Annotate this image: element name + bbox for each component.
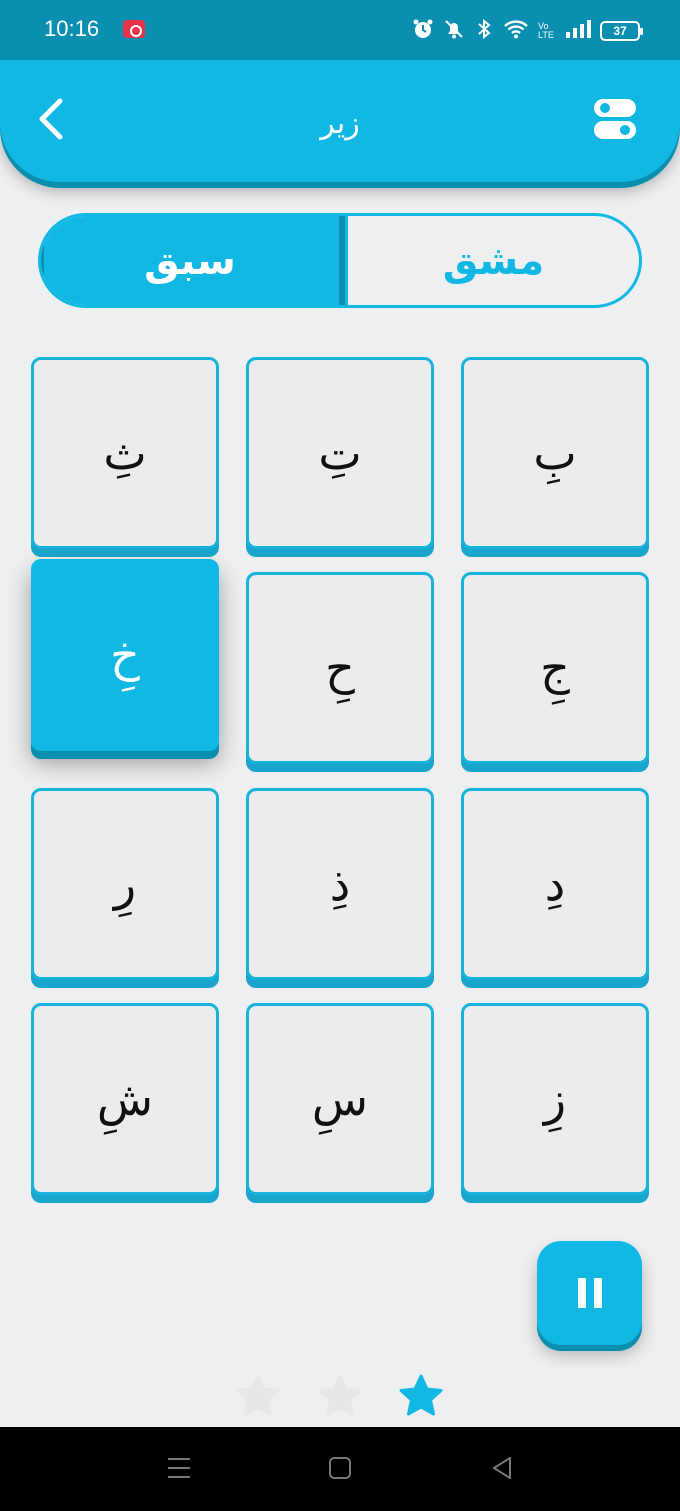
pause-button[interactable]: [537, 1241, 642, 1345]
letter-tile-active[interactable]: خِ: [31, 559, 219, 751]
settings-toggle-button[interactable]: [592, 96, 638, 142]
mute-icon: [443, 18, 465, 45]
letter-tile[interactable]: سِ: [246, 1003, 434, 1195]
letter-tile[interactable]: جِ: [461, 572, 649, 764]
page-title: زیر: [320, 106, 360, 141]
letter-tile[interactable]: دِ: [461, 788, 649, 980]
wifi-icon: [503, 18, 529, 45]
status-bar: 10:16 Vo LTE 37: [0, 0, 680, 60]
star-empty-icon: [236, 1374, 280, 1416]
bluetooth-icon: [474, 18, 494, 45]
letter-tile[interactable]: بِ: [461, 357, 649, 549]
letter-tile[interactable]: شِ: [31, 1003, 219, 1195]
back-nav-icon[interactable]: [490, 1455, 514, 1481]
app-header: زیر: [0, 60, 680, 182]
home-icon[interactable]: [328, 1455, 352, 1481]
mode-tabs: سبق مشق: [38, 213, 642, 308]
letter-tile[interactable]: ذِ: [246, 788, 434, 980]
letter-tile[interactable]: زِ: [461, 1003, 649, 1195]
signal-icon: [565, 18, 591, 45]
star-filled-icon: [399, 1374, 443, 1416]
system-nav-bar: [0, 1427, 680, 1511]
battery-icon: 37: [600, 21, 643, 41]
chevron-left-icon: [39, 98, 63, 140]
star-empty-icon: [318, 1374, 362, 1416]
tab-practice[interactable]: مشق: [345, 216, 639, 305]
volte-icon: Vo LTE: [538, 21, 554, 40]
alarm-icon: [412, 18, 434, 45]
back-button[interactable]: [26, 94, 76, 144]
status-time: 10:16: [44, 16, 100, 41]
screen-record-icon: [123, 20, 145, 38]
letter-tile[interactable]: ثِ: [31, 357, 219, 549]
toggles-icon: [594, 99, 636, 139]
letter-tile[interactable]: حِ: [246, 572, 434, 764]
status-icons: Vo LTE 37: [412, 18, 643, 45]
pause-icon: [574, 1278, 606, 1308]
menu-icon[interactable]: [166, 1455, 192, 1481]
letter-tile[interactable]: تِ: [246, 357, 434, 549]
tab-lesson[interactable]: سبق: [41, 216, 339, 305]
letter-tile[interactable]: رِ: [31, 788, 219, 980]
